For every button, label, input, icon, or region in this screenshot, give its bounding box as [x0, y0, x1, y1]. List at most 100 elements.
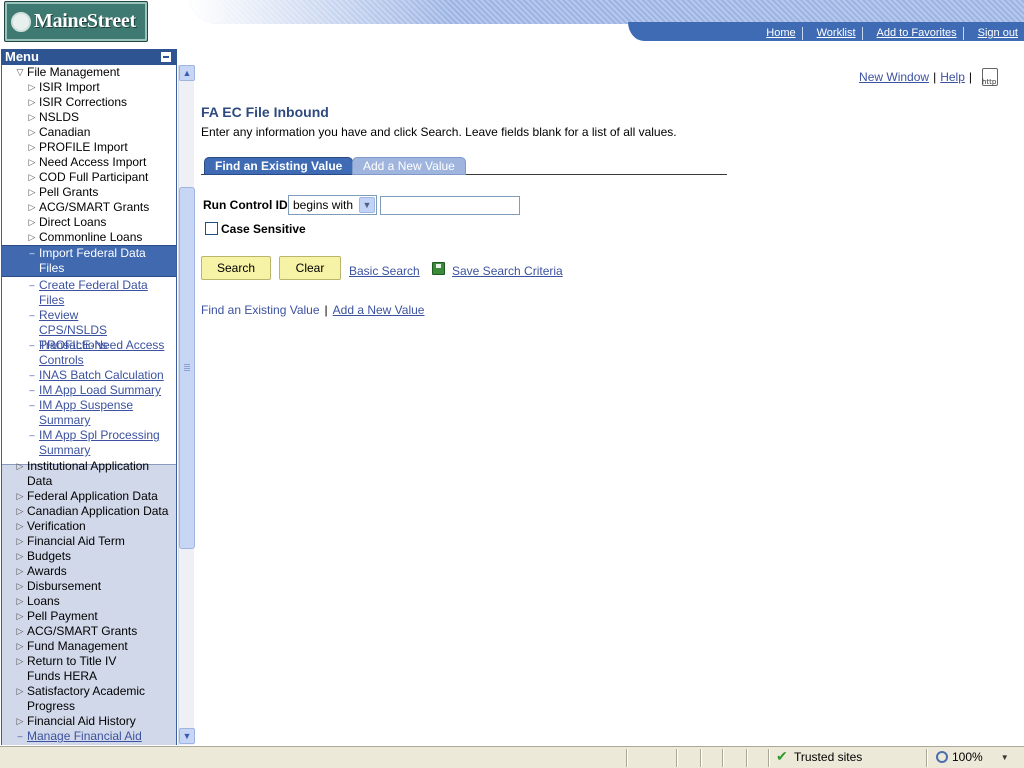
menu-item-isir-import[interactable]: ▷ ISIR Import	[2, 80, 176, 95]
chevron-down-icon[interactable]: ▼	[1001, 753, 1009, 762]
menu-item-nslds[interactable]: ▷ NSLDS	[2, 110, 176, 125]
triangle-right-icon: ▷	[16, 641, 24, 651]
dash-icon: –	[29, 310, 35, 320]
menu-item-fund-management[interactable]: ▷ Fund Management	[2, 639, 176, 654]
basic-search-link[interactable]: Basic Search	[349, 264, 420, 278]
menu-item-profile-need-access-controls[interactable]: – PROFILE-Need Access Controls	[2, 338, 176, 368]
menu-item-inas-batch-calculation[interactable]: – INAS Batch Calculation	[2, 368, 176, 383]
menu-scrollbar[interactable]: ▲ ▼	[178, 65, 195, 745]
menu-item-import-federal-data-files[interactable]: – Import Federal Data Files	[2, 245, 176, 277]
menu-item-cod-full-participant[interactable]: ▷ COD Full Participant	[2, 170, 176, 185]
search-button[interactable]: Search	[201, 256, 271, 280]
nav-add-to-favorites-link[interactable]: Add to Favorites	[861, 27, 963, 40]
clear-button[interactable]: Clear	[279, 256, 341, 280]
menu-item-federal-application-data[interactable]: ▷ Federal Application Data	[2, 489, 176, 504]
case-sensitive-label: Case Sensitive	[221, 222, 306, 236]
header: MaineStreet Home Worklist Add to Favorit…	[0, 0, 1024, 46]
zoom-control[interactable]: 100% ▼	[936, 750, 1009, 764]
triangle-right-icon: ▷	[28, 232, 36, 242]
triangle-right-icon: ▷	[16, 551, 24, 561]
status-divider	[722, 749, 724, 767]
menu-item-institutional-application-data[interactable]: ▷ Institutional Application Data	[2, 459, 176, 489]
chevron-down-icon[interactable]: ▼	[359, 197, 375, 213]
logo-text: MaineStreet	[34, 10, 136, 32]
help-link[interactable]: Help	[940, 70, 965, 84]
seal-icon	[11, 11, 31, 32]
http-link-icon[interactable]	[982, 68, 998, 86]
triangle-right-icon: ▷	[16, 596, 24, 606]
magnifier-icon	[936, 751, 948, 763]
check-icon	[776, 748, 790, 765]
menu-title-bar: Menu	[1, 49, 177, 65]
menu-item-pell-grants[interactable]: ▷ Pell Grants	[2, 185, 176, 200]
find-existing-value-link[interactable]: Find an Existing Value	[201, 303, 320, 317]
menu-item-manage-financial-aid[interactable]: – Manage Financial Aid	[2, 729, 176, 744]
search-tabs: Find an Existing Value Add a New Value	[201, 156, 727, 175]
menu-item-disbursement[interactable]: ▷ Disbursement	[2, 579, 176, 594]
run-control-id-input[interactable]	[380, 196, 520, 215]
dash-icon: –	[29, 385, 35, 395]
nav-worklist-link[interactable]: Worklist	[801, 27, 862, 40]
menu-item-financial-aid-term[interactable]: ▷ Financial Aid Term	[2, 534, 176, 549]
status-divider	[626, 749, 628, 767]
menu-item-need-access-import[interactable]: ▷ Need Access Import	[2, 155, 176, 170]
status-divider	[768, 749, 770, 767]
triangle-right-icon: ▷	[16, 506, 24, 516]
security-zone[interactable]: Trusted sites	[776, 748, 862, 765]
menu-item-budgets[interactable]: ▷ Budgets	[2, 549, 176, 564]
menu-item-isir-corrections[interactable]: ▷ ISIR Corrections	[2, 95, 176, 110]
menu-item-direct-loans[interactable]: ▷ Direct Loans	[2, 215, 176, 230]
add-new-value-link[interactable]: Add a New Value	[333, 303, 425, 317]
triangle-right-icon: ▷	[28, 157, 36, 167]
menu-item-acg-smart-grants[interactable]: ▷ ACG/SMART Grants	[2, 200, 176, 215]
triangle-right-icon: ▷	[16, 716, 24, 726]
menu-item-canadian[interactable]: ▷ Canadian	[2, 125, 176, 140]
menu-item-im-app-spl-processing-summary[interactable]: – IM App Spl Processing Summary	[2, 428, 176, 458]
menu-item-pell-payment[interactable]: ▷ Pell Payment	[2, 609, 176, 624]
header-banner-fade	[190, 0, 450, 24]
status-divider	[746, 749, 748, 767]
main-content: New Window | Help | FA EC File Inbound E…	[196, 46, 1024, 746]
save-search-criteria-link[interactable]: Save Search Criteria	[452, 264, 563, 278]
menu-item-im-app-load-summary[interactable]: – IM App Load Summary	[2, 383, 176, 398]
new-window-link[interactable]: New Window	[859, 70, 929, 84]
scroll-down-icon[interactable]: ▼	[179, 728, 195, 744]
nav-home-link[interactable]: Home	[752, 27, 801, 40]
menu-item-create-federal-data-files[interactable]: – Create Federal Data Files	[2, 278, 176, 308]
menu-item-financial-aid-history[interactable]: ▷ Financial Aid History	[2, 714, 176, 729]
case-sensitive-checkbox[interactable]	[205, 222, 218, 235]
triangle-right-icon: ▷	[16, 656, 24, 666]
menu-item-verification[interactable]: ▷ Verification	[2, 519, 176, 534]
menu-item-profile-import[interactable]: ▷ PROFILE Import	[2, 140, 176, 155]
collapse-menu-icon[interactable]	[160, 51, 172, 63]
menu-item-acg-smart-grants-top[interactable]: ▷ ACG/SMART Grants	[2, 624, 176, 639]
menu-item-satisfactory-academic-progress[interactable]: ▷ Satisfactory Academic Progress	[2, 684, 176, 714]
menu-item-loans[interactable]: ▷ Loans	[2, 594, 176, 609]
mainestreet-logo[interactable]: MaineStreet	[4, 1, 148, 42]
dash-icon: –	[17, 731, 23, 741]
universal-nav: Home Worklist Add to Favorites Sign out	[628, 22, 1024, 41]
menu-item-file-management[interactable]: ▽ File Management	[2, 65, 176, 80]
triangle-right-icon: ▷	[28, 172, 36, 182]
nav-sign-out-link[interactable]: Sign out	[962, 27, 1024, 40]
menu-item-awards[interactable]: ▷ Awards	[2, 564, 176, 579]
menu-item-return-to-title-iv-funds[interactable]: ▷ Return to Title IV Funds HERA	[2, 654, 176, 684]
menu-tree: ▽ File Management ▷ ISIR Import ▷ ISIR Corr…	[1, 65, 177, 745]
menu-item-im-app-suspense-summary[interactable]: – IM App Suspense Summary	[2, 398, 176, 428]
scroll-thumb[interactable]	[179, 187, 195, 549]
separator: |	[933, 70, 937, 84]
dash-icon: –	[29, 430, 35, 440]
run-control-id-label: Run Control ID:	[203, 198, 292, 212]
save-icon[interactable]	[432, 262, 445, 275]
run-control-operator-select[interactable]: begins with ▼	[288, 195, 377, 215]
triangle-right-icon: ▷	[16, 566, 24, 576]
tab-find-existing-value[interactable]: Find an Existing Value	[204, 157, 354, 175]
menu-item-commonline-loans[interactable]: ▷ Commonline Loans	[2, 230, 176, 245]
dash-icon: –	[29, 248, 35, 258]
tab-add-new-value[interactable]: Add a New Value	[352, 157, 466, 175]
dash-icon: –	[29, 280, 35, 290]
browser-status-bar: Trusted sites 100% ▼	[0, 746, 1024, 768]
menu-item-canadian-application-data[interactable]: ▷ Canadian Application Data	[2, 504, 176, 519]
scroll-up-icon[interactable]: ▲	[179, 65, 195, 81]
dash-icon: –	[29, 340, 35, 350]
